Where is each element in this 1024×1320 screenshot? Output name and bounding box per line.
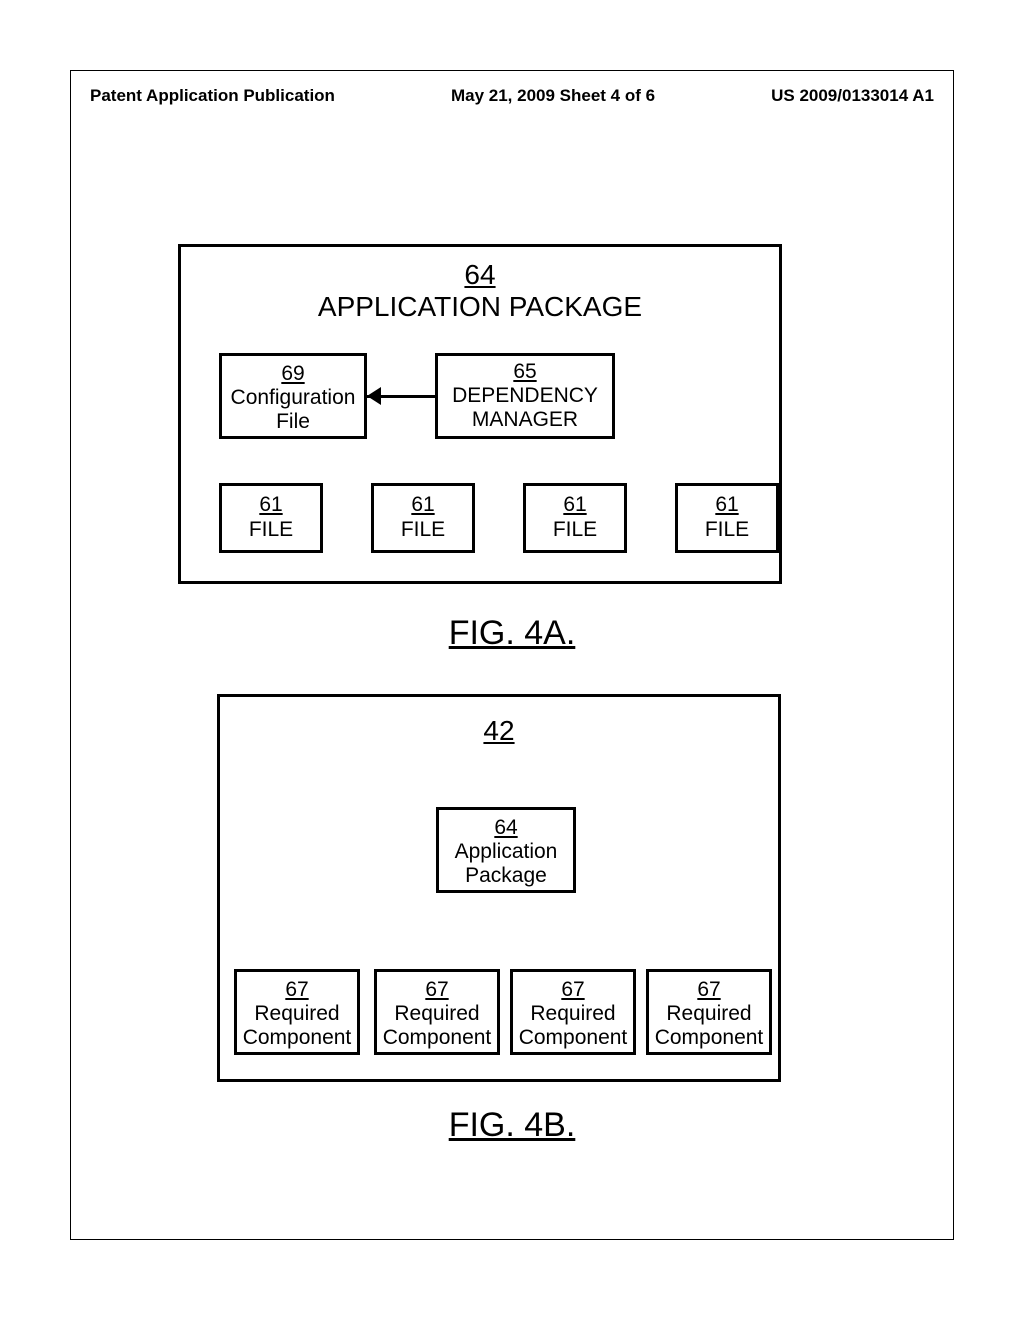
required-component-box: 67 Required Component <box>646 969 772 1055</box>
required-component-label2: Component <box>513 1026 633 1050</box>
file-box: 61 FILE <box>219 483 323 553</box>
dependency-manager-label2: MANAGER <box>438 408 612 432</box>
config-file-label1: Configuration <box>222 386 364 410</box>
file-label: FILE <box>222 517 320 542</box>
fig4b-caption: FIG. 4B. <box>0 1106 1024 1145</box>
required-component-label1: Required <box>237 1002 357 1026</box>
header-publication: Patent Application Publication <box>90 86 335 106</box>
application-package-label1: Application <box>439 840 573 864</box>
file-label: FILE <box>374 517 472 542</box>
required-component-label2: Component <box>649 1026 769 1050</box>
page-header: Patent Application Publication May 21, 2… <box>90 86 934 106</box>
required-component-box: 67 Required Component <box>510 969 636 1055</box>
header-pubno: US 2009/0133014 A1 <box>771 86 934 106</box>
file-label: FILE <box>526 517 624 542</box>
required-component-box: 67 Required Component <box>234 969 360 1055</box>
file-num: 61 <box>678 492 776 517</box>
dependency-manager-box: 65 DEPENDENCY MANAGER <box>435 353 615 439</box>
fig4b-container: 42 64 Application Package 67 Required Co… <box>217 694 781 1082</box>
config-file-num: 69 <box>222 362 364 386</box>
page: Patent Application Publication May 21, 2… <box>0 0 1024 1320</box>
required-component-label2: Component <box>237 1026 357 1050</box>
header-date-sheet: May 21, 2009 Sheet 4 of 6 <box>335 86 771 106</box>
fig4b-outer-num: 42 <box>220 715 778 747</box>
application-package-label2: Package <box>439 864 573 888</box>
arrow-left-icon <box>367 387 381 405</box>
required-component-num: 67 <box>377 978 497 1002</box>
file-box: 61 FILE <box>371 483 475 553</box>
required-component-box: 67 Required Component <box>374 969 500 1055</box>
file-box: 61 FILE <box>523 483 627 553</box>
fig4a-outer-label: APPLICATION PACKAGE <box>181 291 779 323</box>
file-num: 61 <box>526 492 624 517</box>
file-num: 61 <box>222 492 320 517</box>
dependency-manager-num: 65 <box>438 360 612 384</box>
required-component-num: 67 <box>649 978 769 1002</box>
fig4a-outer-num: 64 <box>181 259 779 291</box>
file-label: FILE <box>678 517 776 542</box>
application-package-box: 64 Application Package <box>436 807 576 893</box>
required-component-label1: Required <box>377 1002 497 1026</box>
required-component-num: 67 <box>513 978 633 1002</box>
file-box: 61 FILE <box>675 483 779 553</box>
config-file-box: 69 Configuration File <box>219 353 367 439</box>
required-component-label1: Required <box>649 1002 769 1026</box>
dependency-manager-label1: DEPENDENCY <box>438 384 612 408</box>
required-component-label1: Required <box>513 1002 633 1026</box>
required-component-num: 67 <box>237 978 357 1002</box>
required-component-label2: Component <box>377 1026 497 1050</box>
file-num: 61 <box>374 492 472 517</box>
fig4a-caption: FIG. 4A. <box>0 614 1024 653</box>
application-package-num: 64 <box>439 816 573 840</box>
config-file-label2: File <box>222 410 364 434</box>
fig4a-container: 64 APPLICATION PACKAGE 69 Configuration … <box>178 244 782 584</box>
